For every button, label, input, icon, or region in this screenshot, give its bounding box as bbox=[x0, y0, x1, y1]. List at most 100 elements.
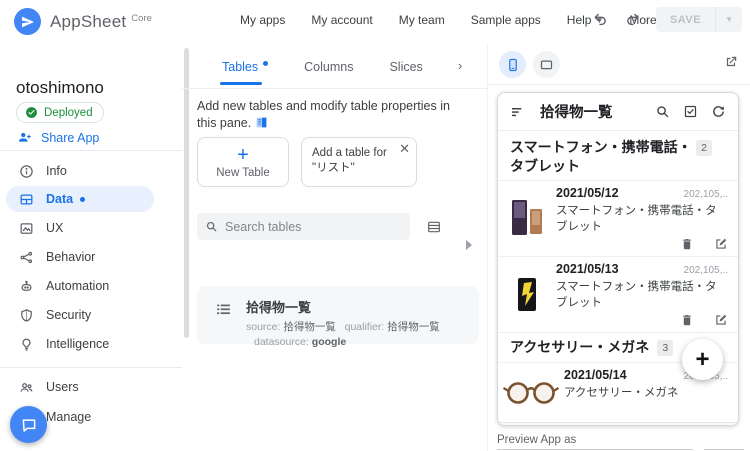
delete-icon[interactable] bbox=[680, 237, 694, 251]
add-item-fab[interactable]: + bbox=[682, 339, 723, 380]
suggestion-text: Add a table for "リスト" bbox=[312, 147, 387, 174]
item-actions bbox=[556, 237, 728, 251]
sidebar-divider bbox=[0, 150, 182, 151]
save-options-caret[interactable]: ▼ bbox=[716, 15, 742, 24]
header-actions: SAVE ▼ bbox=[588, 7, 742, 32]
nav-my-apps[interactable]: My apps bbox=[240, 13, 285, 27]
preview-divider bbox=[488, 84, 750, 85]
redo-icon[interactable] bbox=[622, 8, 646, 32]
tabs-overflow-chevron-icon[interactable]: › bbox=[458, 58, 462, 73]
check-circle-icon bbox=[25, 106, 38, 119]
item-photo-glasses bbox=[498, 368, 564, 417]
close-icon[interactable]: ✕ bbox=[399, 141, 410, 156]
item-actions bbox=[556, 313, 728, 327]
sidebar-item-ux[interactable]: UX bbox=[0, 215, 160, 241]
save-button[interactable]: SAVE bbox=[656, 14, 715, 26]
refresh-icon[interactable] bbox=[711, 104, 726, 119]
group-header[interactable]: スマートフォン・携帯電話・タブレット 2 bbox=[498, 131, 738, 180]
nav-sample-apps[interactable]: Sample apps bbox=[471, 13, 541, 27]
sort-icon[interactable] bbox=[510, 104, 526, 120]
device-toggles bbox=[499, 51, 560, 78]
sidebar-item-label: Security bbox=[46, 308, 92, 322]
brand-core-label: Core bbox=[131, 13, 152, 24]
new-table-button[interactable]: + New Table bbox=[197, 137, 289, 187]
left-sidebar: otoshimono Deployed Share App Info Data bbox=[0, 44, 182, 451]
table-meta: source: 拾得物一覧 qualifier: 拾得物一覧 bbox=[246, 321, 440, 333]
preview-view-title: 拾得物一覧 bbox=[540, 105, 613, 121]
appsheet-brand[interactable]: AppSheet Core bbox=[14, 8, 152, 35]
item-category: スマートフォン・携帯電話・タブレット bbox=[556, 205, 717, 233]
share-app-label: Share App bbox=[41, 130, 100, 145]
list-item[interactable]: 2021/05/12 202,105,.. スマートフォン・携帯電話・タブレット bbox=[498, 180, 738, 256]
item-photo-phone bbox=[498, 262, 556, 327]
unsaved-dot bbox=[263, 61, 269, 66]
table-data-icon bbox=[17, 192, 35, 207]
sidebar-item-label: Info bbox=[46, 164, 67, 178]
item-photo-phones bbox=[498, 186, 556, 251]
save-split-button: SAVE ▼ bbox=[655, 7, 742, 32]
preview-app-as-label: Preview App as bbox=[497, 434, 577, 446]
share-app-button[interactable]: Share App bbox=[17, 130, 99, 145]
unsaved-dot bbox=[80, 196, 86, 202]
table-suggestion-card[interactable]: Add a table for "リスト" ✕ bbox=[301, 137, 417, 187]
sidebar-item-data[interactable]: Data bbox=[6, 186, 154, 212]
robot-icon bbox=[17, 279, 35, 294]
group-title: スマートフォン・携帯電話・タブレット bbox=[510, 139, 692, 174]
sidebar-item-intelligence[interactable]: Intelligence bbox=[0, 331, 160, 357]
table-list-icon bbox=[215, 301, 232, 318]
tablet-preview-toggle[interactable] bbox=[533, 51, 560, 78]
docs-help-icon[interactable] bbox=[255, 116, 268, 129]
delete-icon[interactable] bbox=[680, 313, 694, 327]
group-count-badge: 2 bbox=[696, 140, 712, 156]
sidebar-item-info[interactable]: Info bbox=[0, 158, 160, 184]
table-search-row bbox=[197, 213, 442, 240]
tab-columns[interactable]: Columns bbox=[304, 60, 353, 74]
brand-name: AppSheet bbox=[50, 11, 127, 31]
workflow-icon bbox=[17, 250, 35, 265]
tab-slices[interactable]: Slices bbox=[389, 60, 422, 74]
chat-support-button[interactable] bbox=[10, 406, 47, 443]
table-list-item[interactable]: 拾得物一覧 source: 拾得物一覧 qualifier: 拾得物一覧 dat… bbox=[197, 286, 479, 348]
bottom-nav-divider bbox=[498, 422, 738, 425]
preview-as-secondary-input[interactable] bbox=[704, 449, 744, 450]
sidebar-item-label: Manage bbox=[46, 410, 92, 424]
open-in-new-icon[interactable] bbox=[724, 55, 738, 69]
deployed-status-badge[interactable]: Deployed bbox=[16, 102, 104, 123]
expand-panel-handle[interactable] bbox=[466, 240, 472, 250]
search-box[interactable] bbox=[197, 213, 410, 240]
multi-select-checkbox-icon[interactable] bbox=[683, 104, 698, 119]
edit-icon[interactable] bbox=[714, 237, 728, 251]
appsheet-logo-icon bbox=[14, 8, 41, 35]
pane-scrollbar[interactable] bbox=[184, 48, 189, 338]
person-add-icon bbox=[17, 130, 32, 145]
preview-as-input[interactable] bbox=[497, 449, 693, 450]
sidebar-item-behavior[interactable]: Behavior bbox=[0, 244, 160, 270]
sidebar-item-security[interactable]: Security bbox=[0, 302, 160, 328]
phone-preview: 拾得物一覧 スマートフォン・携帯電話・タブレット 2 2021/05/12 20… bbox=[497, 92, 739, 426]
group-title: アクセサリー・メガネ bbox=[510, 339, 650, 355]
item-meta: 202,105,.. bbox=[683, 189, 728, 200]
edit-icon[interactable] bbox=[714, 313, 728, 327]
table-datasource: datasource: google bbox=[254, 336, 347, 348]
search-icon[interactable] bbox=[655, 104, 670, 119]
tabs-divider bbox=[182, 88, 487, 89]
active-tab-underline bbox=[220, 82, 262, 85]
list-item[interactable]: 2021/05/13 202,105,.. スマートフォン・携帯電話・タブレット bbox=[498, 256, 738, 332]
sidebar-item-label: UX bbox=[46, 221, 64, 235]
sidebar-item-users[interactable]: Users bbox=[0, 374, 160, 400]
undo-icon[interactable] bbox=[588, 8, 612, 32]
table-rows-view-icon[interactable] bbox=[426, 219, 442, 235]
tab-tables[interactable]: Tables bbox=[220, 60, 269, 85]
users-icon bbox=[17, 380, 35, 395]
plus-icon: + bbox=[237, 143, 249, 166]
search-tables-input[interactable] bbox=[225, 219, 395, 234]
phone-preview-toggle[interactable] bbox=[499, 51, 526, 78]
appsheet-editor-window: AppSheet Core My apps My account My team… bbox=[0, 0, 750, 451]
nav-my-account[interactable]: My account bbox=[311, 13, 372, 27]
app-name: otoshimono bbox=[16, 78, 104, 97]
nav-my-team[interactable]: My team bbox=[399, 13, 445, 27]
item-date: 2021/05/13 bbox=[556, 262, 619, 276]
sidebar-item-automation[interactable]: Automation bbox=[0, 273, 160, 299]
chat-bubble-icon bbox=[20, 416, 38, 434]
tables-pane: Tables Columns Slices › Add new tables a… bbox=[182, 44, 487, 451]
